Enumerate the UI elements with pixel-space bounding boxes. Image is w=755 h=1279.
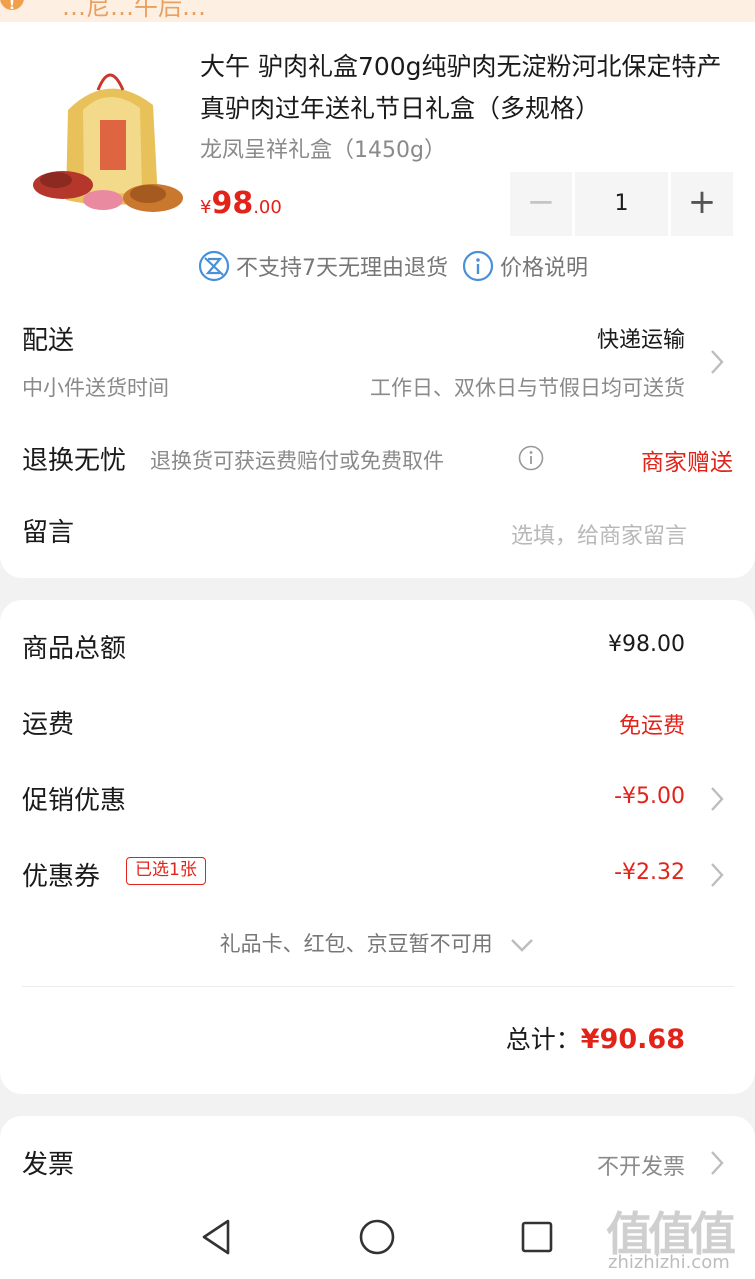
invoice-label: 发票 [22, 1150, 75, 1180]
info-icon[interactable] [517, 444, 545, 472]
chevron-down-icon[interactable] [509, 936, 535, 954]
invoice-value[interactable]: 不开发票 [597, 1149, 685, 1181]
chevron-right-icon[interactable] [709, 861, 725, 889]
price-decimal: .00 [253, 197, 282, 218]
chevron-right-icon[interactable] [709, 348, 725, 376]
promo-label[interactable]: 促销优惠 [22, 780, 126, 817]
total-value: ¥90.68 [580, 1024, 685, 1055]
delivery-method[interactable]: 快递运输 [597, 322, 685, 354]
message-label: 留言 [22, 518, 75, 548]
total-label: 总计： [505, 1025, 581, 1054]
chevron-right-icon[interactable] [709, 1149, 725, 1177]
divider [22, 986, 734, 987]
coupon-selected-badge: 已选1张 [126, 857, 206, 885]
unavailable-toggle[interactable]: 礼品卡、红包、京豆暂不可用 [0, 928, 755, 958]
shipping-value: 免运费 [618, 714, 685, 739]
order-total: 总计：¥90.68 [506, 1020, 685, 1056]
message-input[interactable]: 选填，给商家留言 [511, 518, 687, 550]
return-label: 退换无忧 [22, 446, 127, 476]
notice-banner: ! …尼…午后… [0, 0, 755, 22]
product-card: 大午 驴肉礼盒700g纯驴肉无淀粉河北保定特产真驴肉过年送礼节日礼盒（多规格） … [0, 22, 755, 578]
product-image[interactable] [28, 50, 188, 220]
no-return-icon [198, 250, 230, 282]
delivery-time[interactable]: 工作日、双休日与节假日均可送货 [370, 372, 685, 402]
info-icon[interactable] [462, 250, 494, 282]
product-price: ¥98.00 [200, 186, 282, 221]
goods-total-value: ¥98.00 [608, 632, 685, 657]
delivery-label: 配送 [22, 326, 75, 356]
chevron-right-icon[interactable] [709, 785, 725, 813]
banner-text: …尼…午后… [62, 0, 206, 21]
price-symbol: ¥ [200, 197, 212, 218]
coupon-value[interactable]: -¥2.32 [614, 860, 685, 885]
notice-icon: ! [0, 0, 24, 13]
price-note-link[interactable]: 价格说明 [500, 250, 588, 282]
price-summary-card: 商品总额 ¥98.00 运费 免运费 促销优惠 -¥5.00 优惠券 已选1张 … [0, 600, 755, 1094]
increase-button[interactable]: + [671, 172, 733, 236]
product-spec[interactable]: 龙凤呈祥礼盒（1450g） [200, 132, 446, 164]
goods-total-label: 商品总额 [22, 634, 127, 664]
quantity-input[interactable]: 1 [575, 172, 668, 236]
return-policy-row: 不支持7天无理由退货 价格说明 [198, 250, 588, 282]
delivery-time-label: 中小件送货时间 [22, 376, 169, 400]
watermark: 值值值 zhizhizhi.com [600, 1196, 755, 1276]
decrease-button[interactable]: − [510, 172, 572, 236]
home-icon[interactable] [352, 1215, 402, 1259]
watermark-url: zhizhizhi.com [608, 1252, 730, 1273]
price-integer: 98 [211, 186, 254, 221]
coupon-label[interactable]: 优惠券 [22, 856, 100, 893]
unavailable-text: 礼品卡、红包、京豆暂不可用 [219, 932, 493, 956]
recents-icon[interactable] [512, 1215, 562, 1259]
product-title[interactable]: 大午 驴肉礼盒700g纯驴肉无淀粉河北保定特产真驴肉过年送礼节日礼盒（多规格） [200, 46, 730, 130]
promo-value[interactable]: -¥5.00 [614, 784, 685, 809]
gift-label: 商家赠送 [641, 450, 733, 476]
back-icon[interactable] [192, 1215, 242, 1259]
quantity-stepper: − 1 + [510, 172, 735, 236]
return-desc: 退换货可获运费赔付或免费取件 [150, 449, 444, 473]
shipping-label: 运费 [22, 710, 75, 740]
no-return-text: 不支持7天无理由退货 [236, 256, 448, 281]
